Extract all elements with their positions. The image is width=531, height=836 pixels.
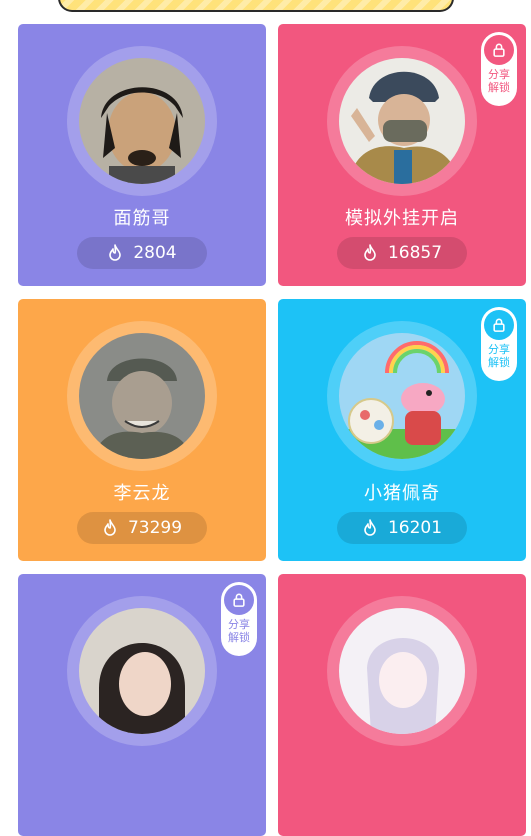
- share-unlock-label: 分享解锁: [488, 68, 510, 94]
- character-card-3[interactable]: 李云龙 73299: [18, 299, 266, 561]
- character-card-1[interactable]: 面筋哥 2804: [18, 24, 266, 286]
- avatar-ring: [67, 321, 217, 471]
- heat-counter: 16857: [337, 237, 467, 269]
- character-card-4[interactable]: 分享解锁 小猪佩奇 16201: [278, 299, 526, 561]
- share-unlock-badge[interactable]: 分享解锁: [221, 582, 257, 656]
- heat-counter: 73299: [77, 512, 207, 544]
- avatar: [339, 333, 465, 459]
- heat-counter: 2804: [77, 237, 207, 269]
- avatar: [339, 58, 465, 184]
- flame-icon: [364, 244, 376, 261]
- heat-count: 16857: [387, 243, 443, 263]
- heat-counter: 16201: [337, 512, 467, 544]
- avatar: [79, 58, 205, 184]
- avatar-ring: [67, 596, 217, 746]
- share-unlock-label: 分享解锁: [488, 343, 510, 369]
- character-card-2[interactable]: 分享解锁 模拟外挂开启 16857: [278, 24, 526, 286]
- card-name: 模拟外挂开启: [345, 208, 459, 229]
- avatar-ring: [67, 46, 217, 196]
- character-card-6[interactable]: [278, 574, 526, 836]
- character-card-5[interactable]: 分享解锁: [18, 574, 266, 836]
- heat-count: 16201: [387, 518, 443, 538]
- lock-icon: [484, 35, 514, 65]
- flame-icon: [364, 519, 376, 536]
- avatar-ring: [327, 46, 477, 196]
- card-name: 面筋哥: [113, 208, 171, 229]
- share-unlock-label: 分享解锁: [228, 618, 250, 644]
- top-banner: [58, 0, 454, 12]
- share-unlock-badge[interactable]: 分享解锁: [481, 307, 517, 381]
- avatar-ring: [327, 321, 477, 471]
- avatar: [79, 608, 205, 734]
- avatar: [339, 608, 465, 734]
- card-name: 李云龙: [113, 483, 171, 504]
- flame-icon: [104, 519, 116, 536]
- card-name: 小猪佩奇: [364, 483, 440, 504]
- heat-count: 73299: [127, 518, 183, 538]
- lock-icon: [484, 310, 514, 340]
- lock-icon: [224, 585, 254, 615]
- heat-count: 2804: [133, 243, 177, 263]
- flame-icon: [109, 244, 122, 261]
- avatar-ring: [327, 596, 477, 746]
- share-unlock-badge[interactable]: 分享解锁: [481, 32, 517, 106]
- avatar: [79, 333, 205, 459]
